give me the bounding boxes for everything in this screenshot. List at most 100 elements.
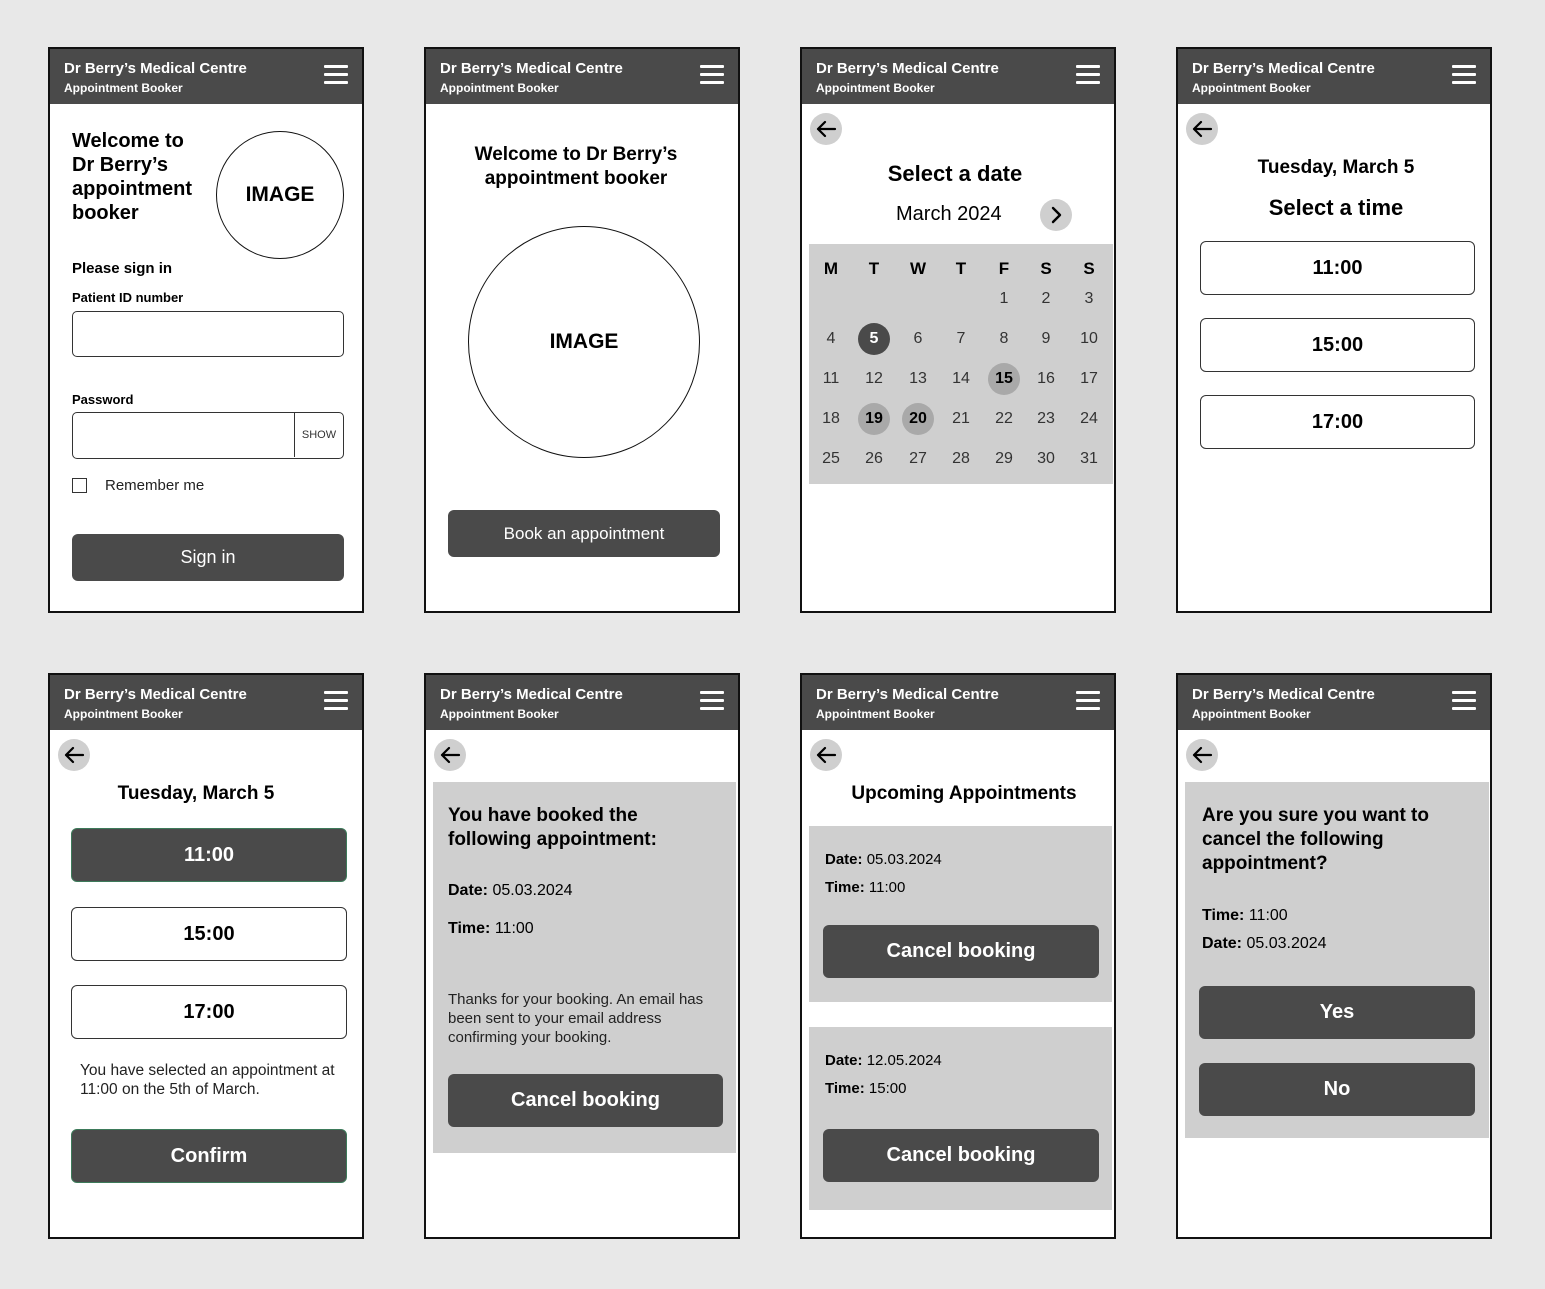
app-title: Dr Berry’s Medical Centre <box>1192 60 1375 77</box>
hamburger-menu-icon[interactable] <box>700 65 724 85</box>
welcome-image: IMAGE <box>216 131 344 259</box>
next-month-button[interactable] <box>1040 199 1072 231</box>
time-slot-button-selected[interactable]: 11:00 <box>71 828 347 882</box>
cancel-question: Are you sure you want to cancel the foll… <box>1202 805 1429 874</box>
sign-in-button[interactable]: Sign in <box>72 534 344 581</box>
calendar-day[interactable]: 11 <box>815 363 847 395</box>
calendar-day[interactable]: 7 <box>945 323 977 355</box>
time-value: 11:00 <box>868 879 906 896</box>
calendar-day[interactable]: 9 <box>1030 323 1062 355</box>
app-subtitle: Appointment Booker <box>1192 81 1311 95</box>
no-label: No <box>1323 1078 1351 1100</box>
hamburger-menu-icon[interactable] <box>1076 65 1100 85</box>
calendar-day[interactable]: 30 <box>1030 443 1062 475</box>
calendar-day[interactable]: 18 <box>815 403 847 435</box>
calendar-day[interactable]: 27 <box>902 443 934 475</box>
book-appointment-label: Book an appointment <box>503 523 665 543</box>
date-value: 05.03.2024 <box>866 851 942 868</box>
hamburger-menu-icon[interactable] <box>1452 65 1476 85</box>
date-value: 05.03.2024 <box>492 882 573 899</box>
calendar-day[interactable]: 2 <box>1030 283 1062 315</box>
calendar-day[interactable]: 26 <box>858 443 890 475</box>
welcome-heading: Welcome to Dr Berry’s appointment booker <box>72 130 192 224</box>
weekday-label: T <box>868 259 880 278</box>
book-appointment-button[interactable]: Book an appointment <box>448 510 720 557</box>
hamburger-menu-icon[interactable] <box>324 691 348 711</box>
calendar-day[interactable]: 1 <box>988 283 1020 315</box>
calendar-day[interactable]: 13 <box>902 363 934 395</box>
calendar-day[interactable]: 29 <box>988 443 1020 475</box>
remember-checkbox-icon[interactable] <box>72 478 87 493</box>
date-label: Date: <box>448 882 489 899</box>
back-button[interactable] <box>58 739 90 771</box>
select-time-title: Select a time <box>1268 195 1404 220</box>
select-date-title: Select a date <box>887 161 1023 186</box>
time-slot-button[interactable]: 17:00 <box>1200 395 1475 449</box>
time-slot-label: 17:00 <box>183 1000 235 1023</box>
time-slot-button[interactable]: 15:00 <box>71 907 347 961</box>
screen-upcoming-appointments: Dr Berry’s Medical Centre Appointment Bo… <box>800 673 1116 1239</box>
calendar-day[interactable]: 19 <box>858 403 890 435</box>
screen-confirm-time: Dr Berry’s Medical Centre Appointment Bo… <box>48 673 364 1239</box>
weekday-label: M <box>823 259 839 278</box>
back-button[interactable] <box>434 739 466 771</box>
calendar-day[interactable]: 23 <box>1030 403 1062 435</box>
app-title: Dr Berry’s Medical Centre <box>816 60 999 77</box>
show-password-label: SHOW <box>301 429 337 441</box>
hamburger-menu-icon[interactable] <box>1452 691 1476 711</box>
cancel-booking-button[interactable]: Cancel booking <box>448 1074 723 1127</box>
weekday-label: T <box>955 259 967 278</box>
calendar-day[interactable]: 16 <box>1030 363 1062 395</box>
weekday-label: S <box>1040 259 1052 278</box>
patient-id-input[interactable] <box>72 311 344 357</box>
calendar-day[interactable]: 3 <box>1073 283 1105 315</box>
calendar-day[interactable]: 12 <box>858 363 890 395</box>
calendar-day[interactable]: 8 <box>988 323 1020 355</box>
time-slot-button[interactable]: 17:00 <box>71 985 347 1039</box>
app-title: Dr Berry’s Medical Centre <box>64 60 247 77</box>
confirm-button[interactable]: Confirm <box>71 1129 347 1183</box>
sign-in-prompt: Please sign in <box>72 260 173 277</box>
back-button[interactable] <box>810 113 842 145</box>
selected-date: Tuesday, March 5 <box>1257 157 1415 178</box>
calendar-day[interactable]: 6 <box>902 323 934 355</box>
calendar-day[interactable]: 17 <box>1073 363 1105 395</box>
calendar-day[interactable]: 4 <box>815 323 847 355</box>
time-value: 15:00 <box>868 1080 907 1097</box>
calendar-day[interactable]: 20 <box>902 403 934 435</box>
calendar-day[interactable]: 24 <box>1073 403 1105 435</box>
back-button[interactable] <box>1186 113 1218 145</box>
calendar-day[interactable]: 10 <box>1073 323 1105 355</box>
app-subtitle: Appointment Booker <box>816 81 935 95</box>
hamburger-menu-icon[interactable] <box>1076 691 1100 711</box>
calendar-day[interactable]: 31 <box>1073 443 1105 475</box>
time-slot-button[interactable]: 11:00 <box>1200 241 1475 295</box>
calendar-day[interactable]: 22 <box>988 403 1020 435</box>
weekday-label: S <box>1083 259 1095 278</box>
back-button[interactable] <box>810 739 842 771</box>
time-slot-button[interactable]: 15:00 <box>1200 318 1475 372</box>
calendar-day[interactable]: 25 <box>815 443 847 475</box>
hamburger-menu-icon[interactable] <box>700 691 724 711</box>
app-header: Dr Berry’s Medical Centre Appointment Bo… <box>50 49 362 104</box>
calendar-day[interactable]: 21 <box>945 403 977 435</box>
cancel-booking-button[interactable]: Cancel booking <box>823 925 1099 978</box>
calendar-day[interactable]: 15 <box>988 363 1020 395</box>
show-password-button[interactable]: SHOW <box>294 413 343 457</box>
yes-button[interactable]: Yes <box>1199 986 1475 1039</box>
back-button[interactable] <box>1186 739 1218 771</box>
sign-in-label: Sign in <box>180 547 236 567</box>
password-input[interactable]: SHOW <box>72 412 344 459</box>
app-subtitle: Appointment Booker <box>440 707 559 721</box>
calendar-day[interactable]: 14 <box>945 363 977 395</box>
calendar-day[interactable]: 28 <box>945 443 977 475</box>
welcome-image: IMAGE <box>468 226 700 458</box>
calendar-day[interactable]: 5 <box>858 323 890 355</box>
app-subtitle: Appointment Booker <box>440 81 559 95</box>
selected-date: Tuesday, March 5 <box>117 783 275 804</box>
hamburger-menu-icon[interactable] <box>324 65 348 85</box>
remember-label: Remember me <box>105 477 205 494</box>
app-title: Dr Berry’s Medical Centre <box>440 686 623 703</box>
no-button[interactable]: No <box>1199 1063 1475 1116</box>
cancel-booking-button[interactable]: Cancel booking <box>823 1129 1099 1182</box>
